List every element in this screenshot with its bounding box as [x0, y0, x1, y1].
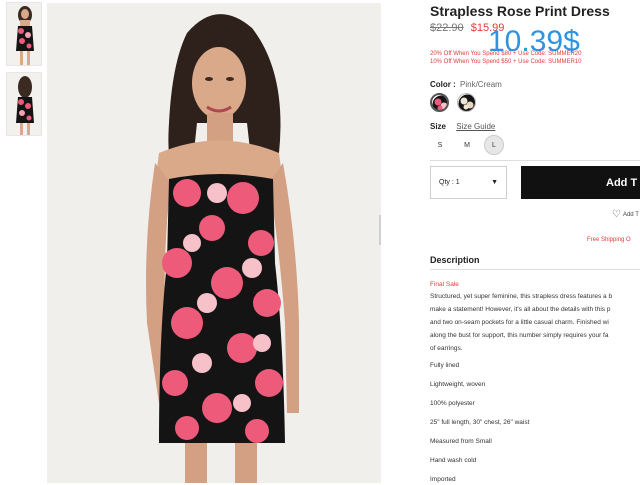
thumbnail-strip [6, 2, 44, 142]
thumbnail-back[interactable] [6, 72, 42, 136]
main-product-image[interactable] [47, 3, 381, 483]
wishlist-link[interactable]: ♡ Add T [612, 209, 639, 220]
black-cream-swatch[interactable] [457, 93, 476, 112]
size-option-l[interactable]: L [484, 135, 504, 155]
original-price: $22.90 [430, 22, 464, 34]
final-sale-label: Final Sale [430, 281, 459, 288]
product-title: Strapless Rose Print Dress [430, 3, 610, 19]
add-to-bag-label: Add T [606, 176, 638, 189]
spec-item: 100% polyester [430, 400, 475, 407]
size-option-s[interactable]: S [430, 135, 450, 155]
image-scroll-handle[interactable] [379, 215, 381, 245]
add-to-bag-button[interactable]: Add T [521, 166, 640, 199]
chevron-down-icon: ▼ [491, 179, 498, 186]
color-label: Color : [430, 80, 456, 89]
heart-icon: ♡ [612, 209, 621, 220]
spec-item: Fully lined [430, 362, 460, 369]
color-value: Pink/Cream [460, 80, 502, 89]
size-option-m[interactable]: M [457, 135, 477, 155]
size-selector-label: Size Size Guide [430, 122, 495, 131]
spec-item: Lightweight, woven [430, 381, 486, 388]
spec-item: Hand wash cold [430, 457, 477, 464]
promo-line-2: 10% Off When You Spend $50 + Use Code: S… [430, 59, 582, 65]
wishlist-label: Add T [622, 211, 639, 218]
description-line: along the bust for support, this number … [430, 332, 609, 339]
free-shipping-text: Free Shipping O [587, 237, 631, 243]
description-line: Structured, yet super feminine, this str… [430, 293, 613, 300]
color-selector-label: Color : Pink/Cream [430, 80, 502, 89]
divider [430, 160, 640, 161]
divider [430, 269, 640, 270]
spec-item: Measured from Small [430, 438, 492, 445]
quantity-value: Qty : 1 [439, 179, 460, 186]
description-line: make a statement! However, it's all abou… [430, 306, 611, 313]
spec-item: Imported [430, 476, 456, 483]
pink-cream-swatch[interactable] [430, 93, 449, 112]
description-heading: Description [430, 255, 480, 265]
size-label: Size [430, 122, 447, 131]
overlay-price-annotation: 10.39$ [488, 25, 580, 58]
description-line: of earrings. [430, 345, 463, 352]
spec-item: 25" full length, 30" chest, 26" waist [430, 419, 530, 426]
size-guide-link[interactable]: Size Guide [456, 122, 495, 131]
quantity-select[interactable]: Qty : 1 ▼ [430, 166, 507, 199]
description-line: and two on-seam pockets for a little cas… [430, 319, 609, 326]
product-details: Strapless Rose Print Dress $22.90 $15.99… [430, 0, 640, 485]
thumbnail-front[interactable] [6, 2, 42, 66]
